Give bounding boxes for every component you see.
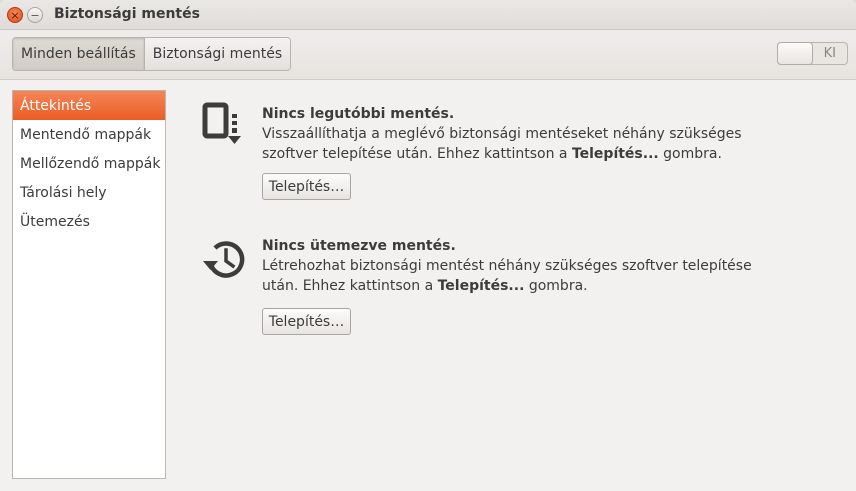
backup-heading: Nincs legutóbbi mentés.: [262, 106, 455, 122]
breadcrumb: Minden beállítás Biztonsági mentés: [12, 37, 292, 71]
sidebar-item-storage-location[interactable]: Tárolási hely: [13, 178, 165, 207]
backup-restore-icon: [202, 102, 241, 144]
minimize-icon: −: [30, 8, 40, 22]
backup-description: Visszaállíthatja a meglévő biztonsági me…: [262, 126, 742, 162]
backup-toggle-switch[interactable]: KI: [777, 42, 848, 65]
window-title: Biztonsági mentés: [54, 6, 200, 22]
schedule-section: Nincs ütemezve mentés. Létrehozhat bizto…: [166, 236, 856, 356]
sidebar: Áttekintés Mentendő mappák Mellőzendő ma…: [12, 90, 166, 479]
toolbar: Minden beállítás Biztonsági mentés KI: [0, 30, 856, 80]
schedule-heading: Nincs ütemezve mentés.: [262, 238, 456, 254]
schedule-text: Nincs ütemezve mentés. Létrehozhat bizto…: [262, 236, 762, 296]
sidebar-item-schedule[interactable]: Ütemezés: [13, 207, 165, 236]
app-window: × − Biztonsági mentés Minden beállítás B…: [0, 0, 856, 491]
title-bar: × − Biztonsági mentés: [0, 0, 856, 30]
backup-install-button[interactable]: Telepítés…: [262, 173, 351, 200]
schedule-description: Létrehozhat biztonsági mentést néhány sz…: [262, 258, 752, 294]
backup-section: Nincs legutóbbi mentés. Visszaállíthatja…: [166, 100, 856, 220]
crumb-backup[interactable]: Biztonsági mentés: [144, 38, 291, 70]
sidebar-item-folders-to-save[interactable]: Mentendő mappák: [13, 120, 165, 149]
schedule-install-button[interactable]: Telepítés…: [262, 308, 351, 335]
toggle-state-label: KI: [823, 46, 836, 61]
crumb-all-settings[interactable]: Minden beállítás: [13, 38, 145, 70]
close-button[interactable]: ×: [7, 7, 23, 23]
sidebar-item-overview[interactable]: Áttekintés: [13, 91, 165, 120]
backup-text: Nincs legutóbbi mentés. Visszaállíthatja…: [262, 104, 762, 164]
main-content: Nincs legutóbbi mentés. Visszaállíthatja…: [166, 80, 856, 491]
history-clock-icon: [203, 241, 245, 278]
sidebar-item-folders-to-ignore[interactable]: Mellőzendő mappák: [13, 149, 165, 178]
minimize-button[interactable]: −: [27, 7, 43, 23]
toggle-knob[interactable]: [777, 42, 813, 65]
close-icon: ×: [10, 8, 20, 22]
